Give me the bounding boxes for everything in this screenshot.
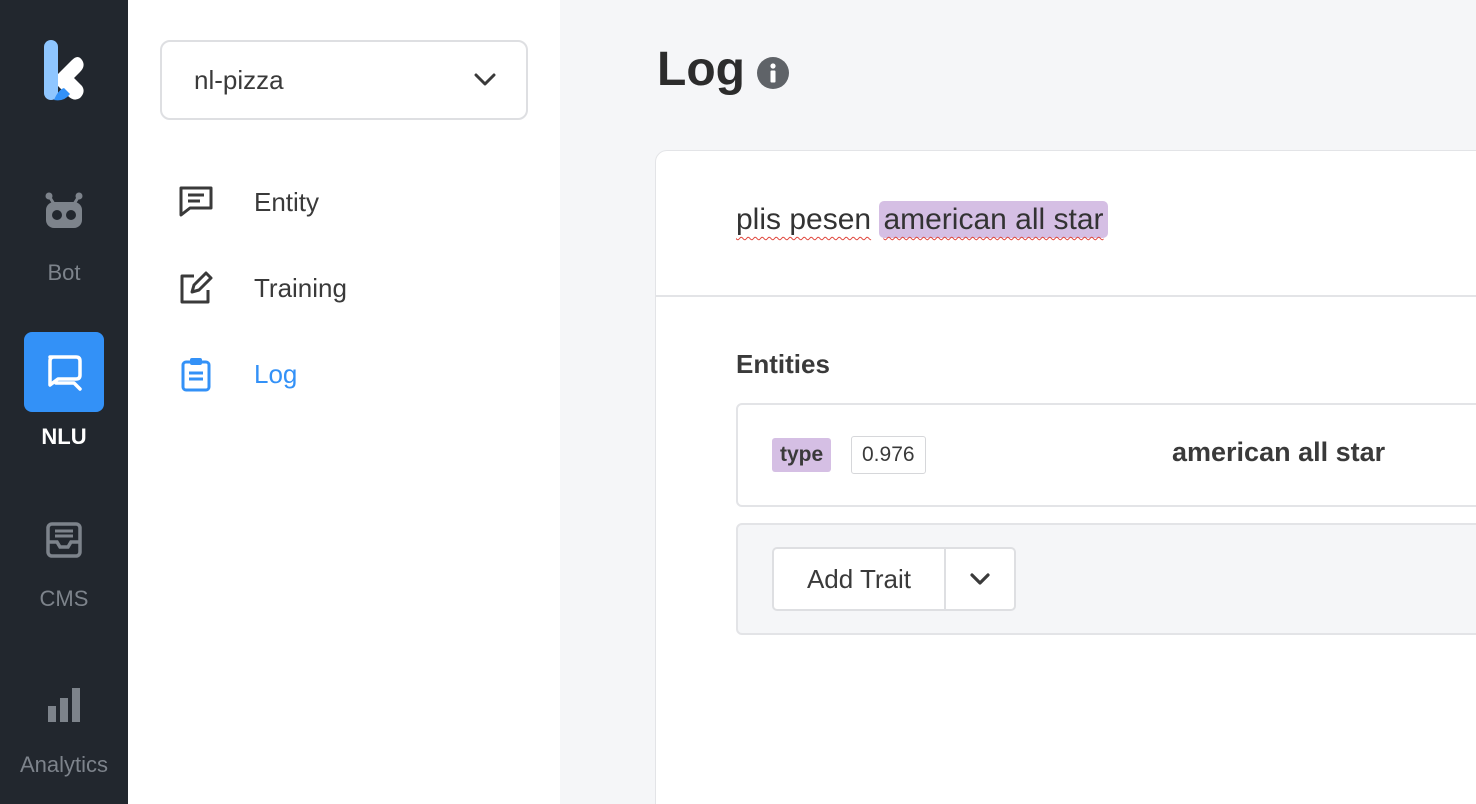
add-trait-button[interactable]: Add Trait: [774, 549, 946, 609]
entity-row: type 0.976 american all star: [736, 403, 1476, 507]
divider: [656, 295, 1476, 297]
sidebar-item-training[interactable]: Training: [178, 264, 347, 312]
log-card: plis pesen american all star Entities ty…: [655, 150, 1476, 804]
app-rail: Bot NLU CMS Analytics: [0, 0, 128, 804]
rail-item-cms[interactable]: CMS: [0, 520, 128, 612]
entity-value: american all star: [1172, 437, 1386, 467]
entity-type-badge: type: [772, 438, 832, 472]
project-select[interactable]: nl-pizza: [160, 40, 528, 120]
rail-label-nlu: NLU: [41, 424, 87, 449]
trait-bar: Add Trait: [736, 523, 1476, 635]
rail-label-analytics: Analytics: [19, 752, 109, 777]
rail-item-bot[interactable]: Bot: [0, 190, 128, 286]
sidebar-item-log[interactable]: Log: [178, 350, 297, 398]
entity-confidence: 0.976: [851, 436, 926, 474]
edit-pencil-icon: [180, 271, 213, 304]
inbox-tray-icon: [46, 522, 82, 558]
utterance-text[interactable]: plis pesen american all star: [736, 201, 1108, 238]
clipboard-icon: [181, 358, 211, 392]
sidebar-item-label: Entity: [254, 186, 320, 217]
project-name: nl-pizza: [194, 64, 284, 95]
info-icon[interactable]: [757, 57, 789, 89]
sidebar-item-label: Training: [254, 272, 347, 303]
chevron-down-icon: [970, 573, 990, 585]
rail-item-analytics[interactable]: Analytics: [0, 686, 128, 778]
utterance-plain: plis pesen: [736, 203, 872, 236]
add-trait-split-button: Add Trait: [772, 547, 1016, 611]
bar-chart-icon: [48, 688, 80, 722]
sidebar-item-label: Log: [254, 358, 298, 389]
nlu-sidebar: nl-pizza Entity Training Log: [128, 0, 560, 804]
rail-label-bot: Bot: [47, 260, 81, 285]
rail-item-nlu[interactable]: NLU: [0, 332, 128, 450]
rail-label-cms: CMS: [39, 586, 89, 611]
add-trait-dropdown[interactable]: [946, 549, 1014, 609]
chevron-down-icon: [474, 73, 496, 86]
robot-icon: [45, 192, 83, 228]
utterance-entity-highlight[interactable]: american all star: [879, 201, 1108, 238]
entities-heading: Entities: [736, 349, 830, 379]
chat-bubbles-icon: [48, 355, 82, 391]
page-title: Log: [657, 43, 745, 96]
message-square-icon: [179, 186, 213, 217]
nlu-active-box: [24, 332, 104, 412]
sidebar-item-entity[interactable]: Entity: [178, 178, 319, 226]
kata-logo-icon[interactable]: [40, 40, 88, 104]
